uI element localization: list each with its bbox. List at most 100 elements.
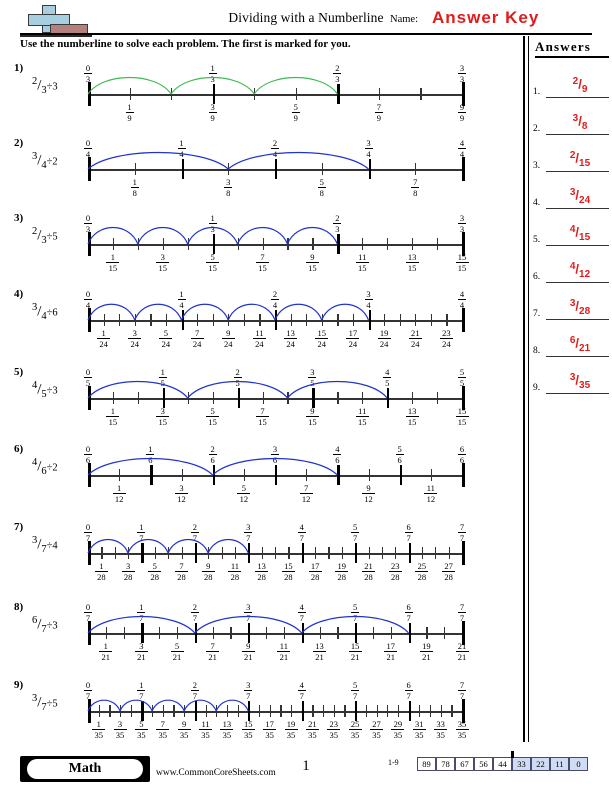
problem-expression: 3/4÷6: [32, 302, 58, 322]
answer-rule: [546, 281, 609, 283]
answer-value: 4/15: [569, 224, 591, 243]
page-header: Dividing with a Numberline Name: Answer …: [0, 0, 612, 40]
jump-arc: [183, 699, 217, 712]
problem-expression: 3/7÷4: [32, 535, 58, 555]
jump-arc: [215, 699, 249, 712]
answer-value: 6/21: [569, 335, 591, 354]
jump-arc: [180, 303, 229, 321]
answer-index: 7.: [533, 309, 541, 319]
problem-expression: 2/3÷3: [32, 76, 58, 96]
problem-expression: 6/7÷3: [32, 615, 58, 635]
name-label: Name:: [390, 14, 418, 25]
jump-arcs: [87, 303, 370, 321]
answers-border-outer: [523, 36, 525, 742]
page-footer: Math www.CommonCoreSheets.com 1 1-9 89 78…: [0, 751, 612, 792]
grading-scale-marker: [511, 751, 514, 758]
jump-arc: [87, 615, 196, 634]
jump-arc: [127, 539, 169, 554]
jump-arc: [287, 381, 388, 399]
jump-arc: [237, 227, 289, 245]
answer-value: 3/8: [572, 113, 588, 132]
jump-arc: [187, 227, 239, 245]
jump-arc: [87, 457, 214, 476]
problem-index: 3): [14, 212, 24, 224]
answer-rule: [546, 355, 609, 357]
problem-expression: 3/7÷5: [32, 693, 58, 713]
numberline-major-tick: [462, 541, 465, 565]
jump-arc: [170, 77, 255, 95]
answers-panel-title: Answers: [535, 39, 609, 58]
answer-index: 9.: [533, 383, 541, 393]
jump-arc: [87, 77, 172, 95]
numberline-major-tick: [462, 308, 465, 332]
jump-arc: [87, 303, 136, 321]
jump-arc: [151, 699, 185, 712]
answer-row: 3. 2/15: [533, 136, 609, 172]
answer-row: 9. 3/35: [533, 358, 609, 394]
logo-baseline: [20, 35, 92, 37]
jump-arc: [194, 615, 303, 634]
grading-scale-label: 1-9: [388, 758, 399, 767]
answer-value: 2/15: [569, 150, 591, 169]
jump-arc: [134, 303, 183, 321]
answer-index: 3.: [533, 161, 541, 171]
jump-arcs: [87, 227, 338, 245]
answer-value: 2/9: [572, 76, 588, 95]
answer-value: 4/12: [569, 261, 591, 280]
answer-index: 5.: [533, 235, 541, 245]
numberline: 0 4 1 4 2 4 3 4 4 4 1 24 3 24 5 24 7 24 9 24 11 24 13 24 15 24 17 2…: [84, 288, 466, 350]
answer-rule: [546, 392, 609, 394]
jump-arc: [87, 151, 229, 170]
problem-index: 4): [14, 288, 24, 300]
jump-arc: [187, 381, 288, 399]
answer-rule: [546, 244, 609, 246]
answer-value: 3/28: [569, 298, 591, 317]
answer-index: 6.: [533, 272, 541, 282]
problem-index: 1): [14, 62, 24, 74]
jump-arc: [227, 303, 276, 321]
problem-expression: 3/4÷2: [32, 151, 58, 171]
problem-expression: 2/3÷5: [32, 226, 58, 246]
jump-arcs: [87, 699, 249, 712]
jump-arc: [87, 227, 139, 245]
jump-arc: [87, 699, 121, 712]
numberline: 0 5 1 5 2 5 3 5 4 5 5 5 1 15 3 15 5 15 7 15 9 15 11 15 13 15 15 15: [84, 366, 469, 428]
grading-scale-cell: 89: [417, 757, 436, 771]
answer-row: 6. 4/12: [533, 247, 609, 283]
answer-index: 8.: [533, 346, 541, 356]
grading-scale-cell: 67: [455, 757, 474, 771]
grading-scale-cell: 0: [569, 757, 588, 771]
problem-index: 9): [14, 679, 24, 691]
problem-expression: 4/6÷2: [32, 457, 58, 477]
problem-index: 8): [14, 601, 24, 613]
grading-scale-cell: 56: [474, 757, 493, 771]
jump-arc: [87, 539, 129, 554]
jump-arc: [253, 77, 338, 95]
instructions-text: Use the numberline to solve each problem…: [20, 38, 351, 50]
answer-row: 5. 4/15: [533, 210, 609, 246]
jump-arc: [87, 381, 189, 399]
jump-arc: [286, 227, 338, 245]
problem-index: 6): [14, 443, 24, 455]
answer-value: 3/35: [569, 372, 591, 391]
answer-row: 7. 3/28: [533, 284, 609, 320]
grading-scale-cell: 44: [493, 757, 512, 771]
jump-arc: [321, 303, 370, 321]
answer-rule: [546, 170, 609, 172]
jump-arcs: [87, 381, 388, 399]
jump-arc: [207, 539, 249, 554]
answer-index: 4.: [533, 198, 541, 208]
jump-arc: [301, 615, 410, 634]
numberline: 0 6 1 6 2 6 3 6 4 6 5 6 6 6 1 12 3 12 5 12 7 12 9 12 11 12: [84, 443, 466, 505]
grading-scale-cell: 11: [550, 757, 569, 771]
answer-index: 2.: [533, 124, 541, 134]
answer-rule: [546, 318, 609, 320]
answer-rule: [546, 133, 609, 135]
numberline: 0 7 1 7 2 7 3 7 4 7 5 7 6 7 7 7 1 21 3 21 5 21 7 21 9 21 11 21 13 21 1…: [84, 601, 469, 663]
jump-arc: [212, 457, 338, 476]
answer-index: 1.: [533, 87, 541, 97]
jump-arc: [119, 699, 153, 712]
answer-rule: [546, 96, 609, 98]
numberline-major-tick: [462, 463, 465, 487]
answer-row: 1. 2/9: [533, 62, 609, 98]
